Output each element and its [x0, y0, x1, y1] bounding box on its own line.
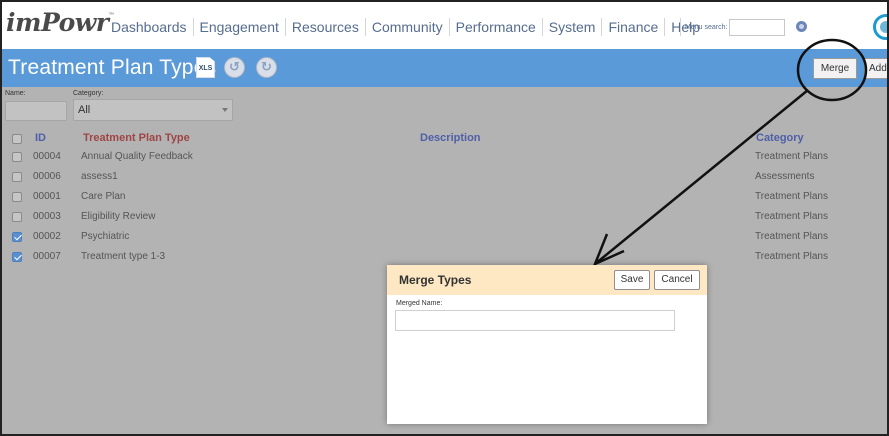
add-button[interactable]: Add	[864, 58, 887, 79]
save-button[interactable]: Save	[614, 270, 650, 290]
table-row[interactable]: 00004 Annual Quality Feedback Treatment Pl…	[2, 147, 887, 167]
menu-search-input[interactable]	[729, 18, 786, 36]
redo-icon[interactable]: ↻	[256, 57, 277, 78]
row-id: 00003	[33, 211, 61, 222]
row-id: 00004	[33, 151, 61, 162]
row-checkbox[interactable]	[12, 172, 22, 182]
row-type[interactable]: Care Plan	[81, 191, 125, 202]
row-type[interactable]: Annual Quality Feedback	[81, 151, 193, 162]
merged-name-label: Merged Name:	[396, 300, 443, 307]
help-icon[interactable]	[796, 21, 807, 32]
row-id: 00002	[33, 231, 61, 242]
dialog-title: Merge Types	[399, 273, 472, 287]
row-checkbox[interactable]	[12, 252, 22, 262]
name-filter-input[interactable]	[5, 101, 67, 121]
row-type[interactable]: Eligibility Review	[81, 211, 155, 222]
row-type[interactable]: Psychiatric	[81, 231, 129, 242]
nav-community[interactable]: Community	[366, 18, 450, 36]
select-all-checkbox[interactable]	[12, 134, 22, 144]
row-category: Treatment Plans	[755, 191, 828, 202]
main-menu: Dashboards Engagement Resources Communit…	[105, 18, 706, 36]
page-title: Treatment Plan Types	[8, 56, 217, 79]
column-header-id[interactable]: ID	[35, 132, 46, 144]
nav-dashboards[interactable]: Dashboards	[105, 18, 194, 36]
row-id: 00006	[33, 171, 61, 182]
table-row[interactable]: 00002 Psychiatric Treatment Plans	[2, 227, 887, 247]
nav-finance[interactable]: Finance	[602, 18, 666, 36]
column-header-type[interactable]: Treatment Plan Type	[83, 132, 190, 144]
row-category: Treatment Plans	[755, 211, 828, 222]
app-logo[interactable]: imPowr™	[6, 8, 114, 37]
category-filter-label: Category:	[73, 90, 104, 97]
row-type[interactable]: assess1	[81, 171, 118, 182]
row-checkbox[interactable]	[12, 152, 22, 162]
row-category: Treatment Plans	[755, 251, 828, 262]
undo-icon[interactable]: ↺	[224, 57, 245, 78]
row-type[interactable]: Treatment type 1-3	[81, 251, 165, 262]
row-id: 00007	[33, 251, 61, 262]
page-header: Treatment Plan Types XLS ↺ ↻ Merge Add	[2, 49, 887, 87]
column-header-category[interactable]: Category	[756, 132, 804, 144]
user-avatar-icon[interactable]	[873, 14, 887, 40]
row-checkbox[interactable]	[12, 232, 22, 242]
category-filter-value: All	[78, 104, 91, 116]
column-header-description[interactable]: Description	[420, 132, 481, 144]
table-row[interactable]: 00003 Eligibility Review Treatment Plans	[2, 207, 887, 227]
nav-resources[interactable]: Resources	[286, 18, 366, 36]
row-category: Treatment Plans	[755, 151, 828, 162]
menu-search-label: Menu search:	[685, 23, 728, 31]
merged-name-input[interactable]	[395, 310, 675, 331]
top-navigation: imPowr™ Dashboards Engagement Resources …	[2, 2, 887, 49]
row-checkbox[interactable]	[12, 192, 22, 202]
row-category: Assessments	[755, 171, 815, 182]
table-row[interactable]: 00007 Treatment type 1-3 Treatment Plans	[2, 247, 887, 267]
table-row[interactable]: 00006 assess1 Assessments	[2, 167, 887, 187]
category-filter-select[interactable]: All	[73, 99, 233, 121]
cancel-button[interactable]: Cancel	[654, 270, 700, 290]
chevron-down-icon	[222, 108, 228, 112]
name-filter-label: Name:	[5, 90, 26, 97]
nav-performance[interactable]: Performance	[450, 18, 543, 36]
table-row[interactable]: 00001 Care Plan Treatment Plans	[2, 187, 887, 207]
app-window: imPowr™ Dashboards Engagement Resources …	[0, 0, 889, 436]
menu-search: Menu search:	[680, 18, 786, 36]
merge-button[interactable]: Merge	[813, 58, 857, 79]
row-category: Treatment Plans	[755, 231, 828, 242]
nav-system[interactable]: System	[543, 18, 603, 36]
nav-engagement[interactable]: Engagement	[194, 18, 286, 36]
row-id: 00001	[33, 191, 61, 202]
dialog-header: Merge Types Save Cancel	[387, 265, 707, 295]
row-checkbox[interactable]	[12, 212, 22, 222]
xls-file-icon[interactable]: XLS	[196, 57, 215, 78]
merge-types-dialog: Merge Types Save Cancel Merged Name:	[387, 265, 707, 424]
